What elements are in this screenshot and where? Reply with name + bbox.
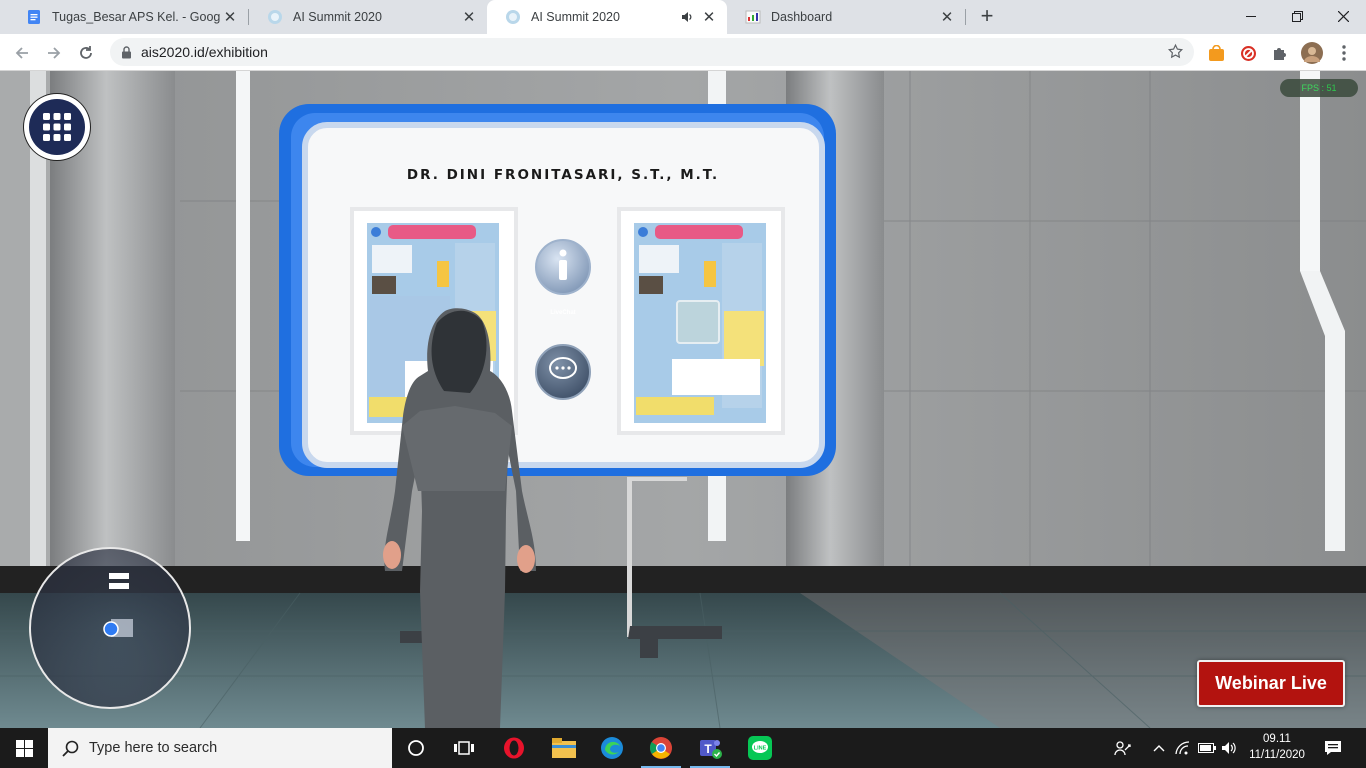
volume-icon[interactable]: [1219, 728, 1241, 768]
edge-app-icon[interactable]: [588, 728, 636, 768]
svg-text:LINE: LINE: [754, 746, 767, 752]
exhibition-viewport[interactable]: FPS : 51 DR. DINI FRONITASARI, S.T., M.T…: [0, 71, 1366, 728]
tab-ai-summit-active[interactable]: AI Summit 2020 ✕: [487, 0, 727, 34]
clock-time: 09.11: [1263, 733, 1291, 745]
tab-title: AI Summit 2020: [531, 10, 620, 24]
google-docs-icon: [28, 10, 40, 24]
line-app-icon[interactable]: LINE: [736, 728, 784, 768]
notification-center-icon[interactable]: [1318, 728, 1348, 768]
new-tab-button[interactable]: +: [976, 5, 998, 28]
close-tab-icon[interactable]: ✕: [459, 7, 479, 27]
chrome-app-icon[interactable]: [637, 728, 685, 768]
teams-app-icon[interactable]: T: [686, 728, 734, 768]
minimap-icon: [103, 573, 133, 637]
url-text: ais2020.id/exhibition: [141, 44, 268, 60]
cortana-button[interactable]: [392, 728, 440, 768]
restore-button[interactable]: [1274, 0, 1320, 32]
close-tab-icon[interactable]: ✕: [937, 7, 957, 27]
info-button[interactable]: [536, 169, 590, 223]
livechat-label: LiveChat: [550, 310, 576, 316]
start-button[interactable]: [0, 728, 48, 768]
svg-text:T: T: [704, 742, 712, 756]
task-view-button[interactable]: [440, 728, 488, 768]
tab-ai-summit[interactable]: AI Summit 2020 ✕: [249, 0, 487, 34]
wifi-icon[interactable]: [1172, 728, 1194, 768]
tab-title: Dashboard: [771, 10, 833, 24]
battery-icon[interactable]: [1196, 728, 1218, 768]
close-tab-icon[interactable]: ✕: [220, 7, 240, 27]
dashboard-icon: [745, 10, 761, 24]
tab-dashboard[interactable]: Dashboard ✕: [727, 0, 965, 34]
windows-taskbar: Type here to search T LINE 09.11 11/11/2…: [0, 728, 1366, 768]
browser-toolbar: ais2020.id/exhibition: [0, 34, 1366, 71]
webinar-live-button[interactable]: Webinar Live: [1197, 660, 1345, 707]
blocker-extension-icon[interactable]: [1235, 40, 1261, 66]
livechat-button[interactable]: LiveChat: [536, 274, 590, 328]
system-clock[interactable]: 09.11 11/11/2020: [1244, 731, 1310, 763]
shopping-extension-icon[interactable]: [1203, 40, 1229, 66]
close-window-button[interactable]: [1320, 0, 1366, 32]
extensions-puzzle-icon[interactable]: [1267, 40, 1293, 66]
browser-tab-strip: Tugas_Besar APS Kel. - Google Do ✕ AI Su…: [0, 0, 1366, 34]
tab-title: AI Summit 2020: [293, 10, 382, 24]
people-icon[interactable]: [1110, 728, 1136, 768]
clock-date: 11/11/2020: [1249, 749, 1305, 761]
close-tab-icon[interactable]: ✕: [699, 7, 719, 27]
profile-avatar[interactable]: [1299, 40, 1325, 66]
tab-title: Tugas_Besar APS Kel. - Google Do: [52, 10, 220, 24]
forward-button[interactable]: [41, 40, 67, 66]
ai-summit-icon: [506, 10, 520, 24]
main-menu-button[interactable]: [24, 94, 90, 160]
poster-right: [634, 223, 766, 423]
taskbar-search-box[interactable]: Type here to search: [48, 728, 392, 768]
opera-app-icon[interactable]: [490, 728, 538, 768]
back-button[interactable]: [9, 40, 35, 66]
chrome-menu-icon[interactable]: [1331, 40, 1357, 66]
movement-joystick[interactable]: [29, 547, 191, 709]
show-hidden-icons-chevron-icon[interactable]: [1148, 728, 1170, 768]
address-bar[interactable]: ais2020.id/exhibition: [110, 38, 1194, 66]
search-icon: [62, 740, 79, 757]
bookmark-star-icon[interactable]: [1167, 43, 1184, 65]
search-placeholder: Type here to search: [89, 740, 218, 756]
livechat-button-graphic: [535, 344, 591, 400]
ai-summit-icon: [268, 10, 282, 24]
windows-logo-icon: [15, 739, 33, 757]
tab-divider: [965, 9, 966, 25]
tab-google-docs[interactable]: Tugas_Besar APS Kel. - Google Do ✕: [8, 0, 248, 34]
grid-menu-icon: [29, 99, 85, 155]
speaker-icon[interactable]: [681, 11, 693, 23]
file-explorer-icon[interactable]: [540, 728, 588, 768]
minimize-button[interactable]: [1228, 0, 1274, 32]
reload-button[interactable]: [73, 40, 99, 66]
fps-counter: FPS : 51: [1280, 79, 1358, 97]
lock-icon[interactable]: [121, 45, 132, 59]
